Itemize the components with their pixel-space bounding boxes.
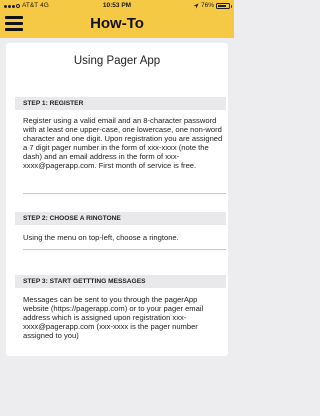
step-2-body: Using the menu on top-left, choose a rin… xyxy=(23,233,179,242)
step-1-body: Register using a valid email and an 8-ch… xyxy=(23,116,223,171)
step-3-body: Messages can be sent to you through the … xyxy=(23,295,204,341)
step-1-header: STEP 1: REGISTER xyxy=(15,97,226,110)
battery-percent: 76% xyxy=(200,2,214,9)
page-title: How-To xyxy=(90,15,144,32)
divider xyxy=(23,193,226,194)
battery-level-fill xyxy=(218,5,226,7)
step-2-header: STEP 2: CHOOSE A RINGTONE xyxy=(15,212,226,225)
navigation-bar: How-To xyxy=(0,12,234,38)
divider xyxy=(23,249,226,250)
step-3-header: STEP 3: START GETTTING MESSAGES xyxy=(15,275,226,288)
battery-status: 76% xyxy=(193,0,232,12)
how-to-card: Using Pager App STEP 1: REGISTER Registe… xyxy=(6,43,228,356)
battery-icon xyxy=(216,3,232,9)
status-bar: AT&T 4G 10:53 PM 76% xyxy=(0,0,234,12)
top-app-bar: AT&T 4G 10:53 PM 76% How-To xyxy=(0,0,234,38)
card-title: Using Pager App xyxy=(73,55,161,67)
location-arrow-icon xyxy=(193,3,199,9)
